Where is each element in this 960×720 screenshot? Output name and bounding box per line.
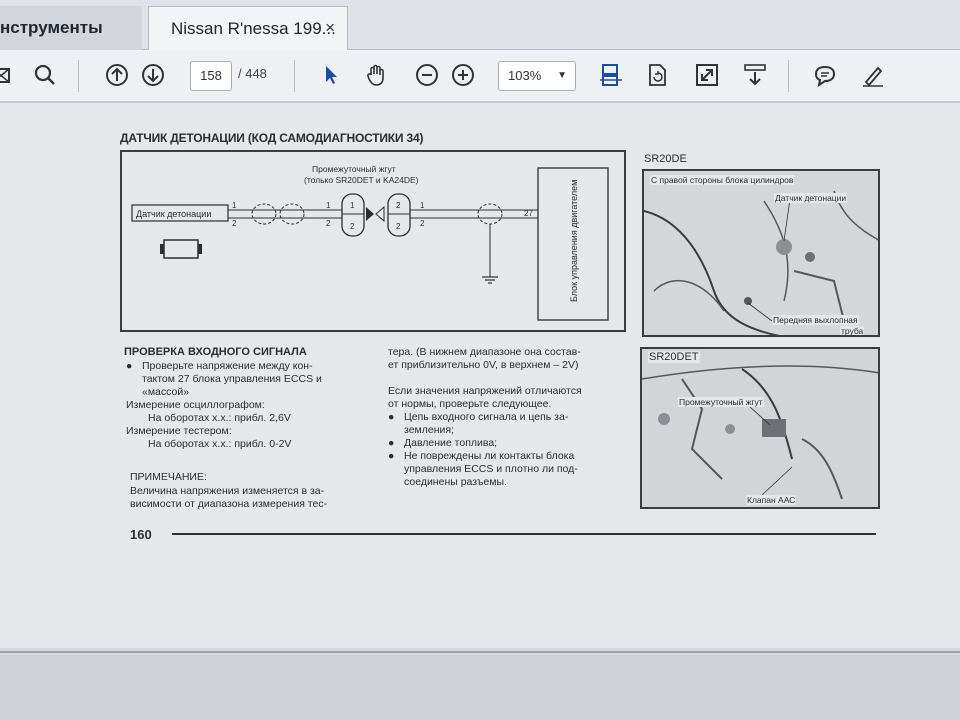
read-mode-icon[interactable] (738, 58, 772, 92)
tab-tools[interactable]: нструменты (0, 6, 142, 50)
harness-label-sub: (только SR20DET и KA24DE) (304, 175, 419, 185)
tab-bar: нструменты Nissan R'nessa 199... × (0, 0, 960, 50)
tab-tools-label: нструменты (0, 18, 103, 37)
col2-line: Давление топлива; (404, 437, 498, 449)
zoom-in-icon[interactable] (446, 58, 480, 92)
page-down-icon[interactable] (136, 58, 170, 92)
document-viewer[interactable]: ДАТЧИК ДЕТОНАЦИИ (КОД САМОДИАГНОСТИКИ 34… (0, 103, 960, 720)
hand-tool-icon[interactable] (360, 58, 394, 92)
zoom-select[interactable]: 103% ▼ (498, 61, 576, 91)
page-total: / 448 (238, 66, 267, 81)
note-title: ПРИМЕЧАНИЕ: (130, 471, 207, 483)
chevron-down-icon: ▼ (557, 70, 567, 81)
note-line: Величина напряжения изменяется в за- (130, 485, 325, 497)
engine-photo-drawing (642, 365, 878, 500)
photo2-title: SR20DET (648, 351, 700, 363)
connector-pin: 1 (350, 201, 355, 210)
photo2-caption: Промежуточный жгут (678, 397, 764, 407)
check-title: ПРОВЕРКА ВХОДНОГО СИГНАЛА (124, 346, 307, 358)
col1-line: На оборотах х.х.: прибл. 2,6V (148, 412, 291, 424)
col2-line: Цепь входного сигнала и цепь за- (404, 411, 569, 423)
zoom-out-icon[interactable] (410, 58, 444, 92)
tab-document[interactable]: Nissan R'nessa 199... × (148, 6, 348, 50)
zoom-value: 103% (508, 68, 542, 83)
fit-page-icon[interactable] (594, 58, 628, 92)
toolbar-separator (78, 60, 79, 92)
pin-label: 2 (326, 219, 331, 228)
col1-line: Проверьте напряжение между кон- (142, 360, 313, 372)
next-page-gap (0, 655, 960, 720)
pin-label: 2 (232, 219, 237, 228)
bullet-icon: ● (388, 411, 395, 423)
footer-rule (172, 533, 876, 535)
engine-photo-sr20det: SR20DET Промежуточный жгут Клапан ААС (640, 347, 880, 509)
tab-document-label: Nissan R'nessa 199... (171, 18, 336, 38)
col2-line: ет приблизительно 0V, в верхнем – 2V) (388, 359, 579, 371)
col2-line: от нормы, проверьте следующее. (388, 398, 552, 410)
select-cursor-icon[interactable] (314, 58, 348, 92)
col2-line: Если значения напряжений отличаются (388, 385, 582, 397)
connector-pin: 2 (396, 201, 401, 210)
toolbar-separator (294, 60, 295, 92)
sign-icon[interactable] (856, 58, 890, 92)
page-divider (0, 651, 960, 653)
col1-line: На оборотах х.х.: прибл. 0-2V (148, 438, 292, 450)
connector-pin: 2 (396, 222, 401, 231)
close-tab-icon[interactable]: × (325, 18, 335, 38)
col2-line: земления; (404, 424, 454, 436)
col1-line: Измерение тестером: (126, 425, 232, 437)
toolbar-separator (788, 60, 789, 92)
photo1-caption: Датчик детонации (774, 193, 848, 203)
sensor-label: Датчик детонации (136, 209, 211, 219)
harness-label: Промежуточный жгут (312, 164, 396, 174)
engine-photo-sr20de: С правой стороны блока цилиндров Датчик … (642, 169, 880, 337)
fullscreen-icon[interactable] (690, 58, 724, 92)
pin-label: 1 (420, 201, 425, 210)
bullet-icon: ● (388, 450, 395, 462)
photo1-caption: Передняя выхлопная (772, 315, 859, 325)
page-number: 160 (130, 527, 152, 542)
page-up-icon[interactable] (100, 58, 134, 92)
document-page: ДАТЧИК ДЕТОНАЦИИ (КОД САМОДИАГНОСТИКИ 34… (0, 103, 960, 648)
print-icon[interactable] (0, 58, 20, 92)
text-column-1: ● Проверьте напряжение между кон- тактом … (126, 360, 372, 451)
note-line: висимости от диапазона измерения тес- (130, 498, 328, 510)
ecu-label: Блок управления двигателем (569, 180, 579, 302)
photo1-title: SR20DE (644, 153, 687, 165)
photo1-caption: труба (840, 326, 865, 336)
wiring-diagram-svg: Датчик детонации 1 2 1 2 Промежуточный ж… (131, 164, 609, 321)
col1-line: «массой» (142, 386, 190, 398)
pin-label: 1 (326, 201, 331, 210)
bullet-icon: ● (388, 437, 395, 449)
pin-27-label: 27 (524, 209, 533, 218)
search-icon[interactable] (28, 58, 62, 92)
section-title: ДАТЧИК ДЕТОНАЦИИ (КОД САМОДИАГНОСТИКИ 34… (120, 131, 424, 145)
text-column-2: тера. (В нижнем диапазоне она состав- ет… (388, 346, 628, 489)
note-text: Величина напряжения изменяется в за- вис… (130, 485, 370, 511)
photo1-caption: С правой стороны блока цилиндров (650, 175, 795, 185)
photo2-caption: Клапан ААС (746, 495, 797, 505)
col2-line: соединены разъемы. (404, 476, 507, 488)
wiring-diagram: Датчик детонации 1 2 1 2 Промежуточный ж… (120, 150, 626, 332)
connector-pin: 2 (350, 222, 355, 231)
comment-icon[interactable] (808, 58, 842, 92)
col2-line: управления ECCS и плотно ли под- (404, 463, 578, 475)
col1-line: тактом 27 блока управления ECCS и (142, 373, 322, 385)
col2-line: Не повреждены ли контакты блока (404, 450, 575, 462)
page-number-input[interactable]: 158 (190, 61, 232, 91)
pin-label: 2 (420, 219, 425, 228)
col1-line: Измерение осциллографом: (126, 399, 265, 411)
bullet-icon: ● (126, 360, 133, 372)
toolbar: 158 / 448 103% ▼ (0, 50, 960, 102)
pin-label: 1 (232, 201, 237, 210)
rotate-icon[interactable] (640, 58, 674, 92)
col2-line: тера. (В нижнем диапазоне она состав- (388, 346, 581, 358)
